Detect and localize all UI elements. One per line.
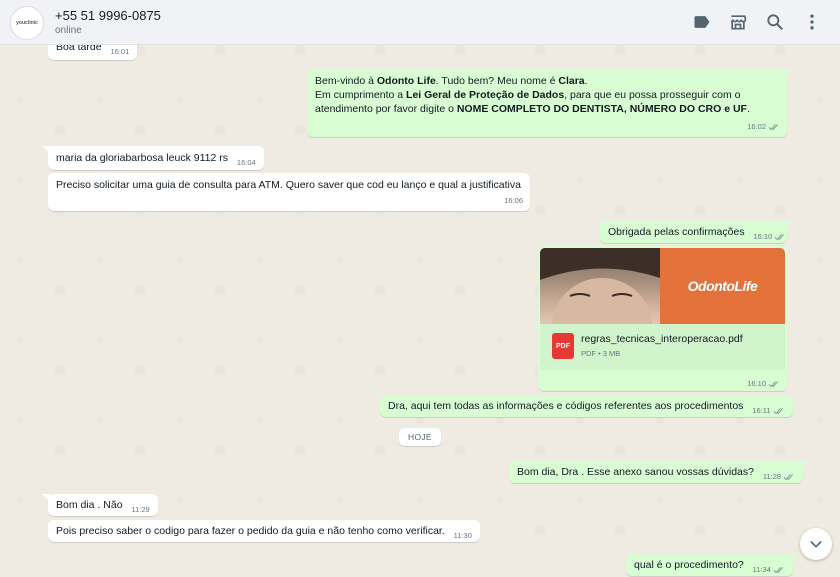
double-check-icon [783,474,794,481]
message-time: 16:01 [110,47,130,56]
message-time: 16:02 [747,122,766,131]
message-incoming[interactable]: Pois preciso saber o codigo para fazer o… [48,520,480,542]
message-incoming[interactable]: maria da gloriabarbosa leuck 9112 rs 16:… [42,146,264,170]
double-check-icon [768,380,779,387]
message-incoming[interactable]: Preciso solicitar uma guia de consulta p… [48,173,530,211]
document-message[interactable]: OdontoLife PDF regras_tecnicas_interoper… [538,246,787,391]
message-time: 11:28 [762,472,782,481]
message-text: Bom dia, Dra . Esse anexo sanou vossas d… [517,466,754,478]
double-check-icon [774,234,785,241]
menu-icon[interactable] [802,12,822,32]
message-outgoing[interactable]: qual é o procedimento? 11:34 [626,554,799,576]
message-text: qual é o procedimento? [634,559,744,571]
message-outgoing[interactable]: Bem-vindo à Odonto Life. Tudo bem? Meu n… [307,69,793,137]
message-outgoing[interactable]: Bom dia, Dra . Esse anexo sanou vossas d… [509,461,810,483]
message-time: 16:06 [504,196,523,205]
preview-photo [540,248,660,324]
contact-name[interactable]: +55 51 9996-0875 [55,8,161,23]
message-text: Preciso solicitar uma guia de consulta p… [56,179,521,191]
contact-avatar[interactable]: youclinic [10,6,44,40]
chevron-down-icon [810,541,822,548]
day-separator: HOJE [399,428,441,446]
message-time: 11:30 [453,531,472,540]
odontolife-logo: OdontoLife [660,248,785,324]
scroll-to-bottom-button[interactable] [800,528,832,560]
contact-status: online [55,25,82,36]
message-text: maria da gloriabarbosa leuck 9112 rs [56,152,228,164]
chat-header: youclinic +55 51 9996-0875 online [0,0,840,45]
double-check-icon [773,567,783,574]
message-time: 11:29 [131,505,150,514]
document-file-row[interactable]: PDF regras_tecnicas_interoperacao.pdf PD… [540,324,785,370]
message-text: Obrigada pelas confirmações [608,226,745,238]
message-outgoing[interactable]: Obrigada pelas confirmações 16:10 [600,221,793,243]
message-text: Pois preciso saber o codigo para fazer o… [56,525,445,537]
message-time: 16:04 [236,158,256,167]
message-outgoing[interactable]: Dra, aqui tem todas as informações e cód… [380,395,793,417]
double-check-icon [773,408,783,415]
double-check-icon [768,124,779,131]
message-time: 16:11 [752,406,771,415]
message-time: 11:34 [752,565,771,574]
catalog-icon[interactable] [728,12,748,32]
message-text: Dra, aqui tem todas as informações e cód… [388,400,744,412]
avatar-text: youclinic [16,20,38,26]
message-incoming[interactable]: Bom dia . Não 11:29 [42,494,158,516]
pdf-icon: PDF [552,333,574,359]
label-icon[interactable] [692,12,712,32]
search-icon[interactable] [765,12,785,32]
message-time: 16:10 [747,379,766,388]
message-text: Bom dia . Não [56,499,123,511]
document-file-name: regras_tecnicas_interoperacao.pdf [581,333,743,345]
document-preview[interactable]: OdontoLife [540,248,785,324]
document-file-info: PDF • 3 MB [581,349,621,358]
message-time: 16:10 [753,232,773,241]
